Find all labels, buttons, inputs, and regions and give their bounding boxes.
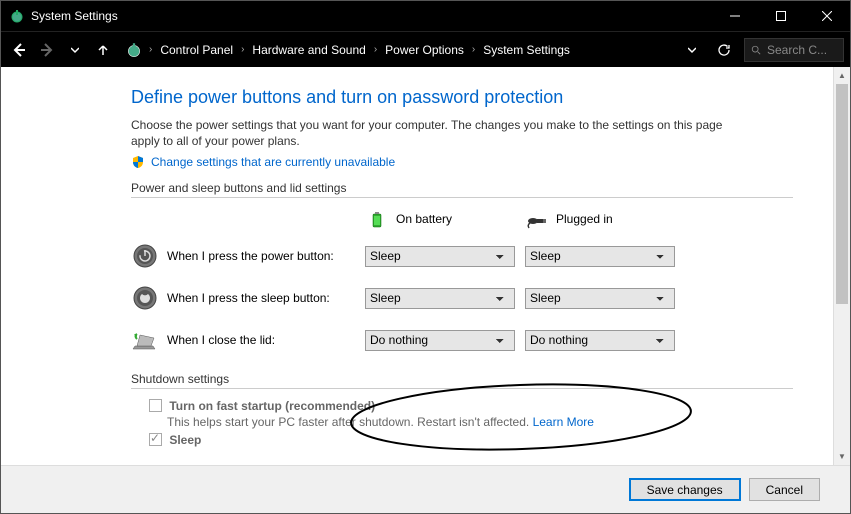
scroll-down-icon[interactable]: ▼ (834, 448, 850, 465)
row-power-button-label: When I press the power button: (167, 249, 365, 263)
scrollbar-thumb[interactable] (836, 84, 848, 304)
plug-icon (526, 208, 548, 230)
power-button-plugged-select[interactable]: Sleep (525, 246, 675, 267)
recent-dropdown-icon[interactable] (63, 38, 87, 62)
fast-startup-help: This helps start your PC faster after sh… (131, 415, 793, 429)
cancel-button[interactable]: Cancel (749, 478, 820, 501)
learn-more-link[interactable]: Learn More (533, 415, 594, 429)
row-power-button: When I press the power button: Sleep Sle… (131, 242, 793, 270)
col-plugged-label: Plugged in (556, 212, 613, 226)
footer-bar: Save changes Cancel (1, 465, 850, 513)
close-lid-plugged-select[interactable]: Do nothing (525, 330, 675, 351)
sleep-checkbox (149, 433, 162, 446)
sleep-checkbox-row: Sleep (131, 433, 793, 447)
power-button-battery-select[interactable]: Sleep (365, 246, 515, 267)
chevron-right-icon: › (147, 44, 154, 55)
column-headers: On battery Plugged in (131, 208, 793, 230)
scrollbar[interactable]: ▲ ▼ (833, 67, 850, 465)
close-button[interactable] (804, 1, 850, 31)
chevron-right-icon: › (372, 44, 379, 55)
save-button[interactable]: Save changes (629, 478, 741, 501)
fast-startup-checkbox-row: Turn on fast startup (recommended) (131, 399, 793, 413)
breadcrumb[interactable]: › Control Panel › Hardware and Sound › P… (119, 41, 676, 59)
chevron-right-icon: › (470, 44, 477, 55)
app-icon (9, 8, 25, 24)
close-lid-battery-select[interactable]: Do nothing (365, 330, 515, 351)
sleep-button-battery-select[interactable]: Sleep (365, 288, 515, 309)
row-close-lid: When I close the lid: Do nothing Do noth… (131, 326, 793, 354)
crumb-power-options[interactable]: Power Options (383, 41, 466, 59)
sleep-button-plugged-select[interactable]: Sleep (525, 288, 675, 309)
crumb-system-settings[interactable]: System Settings (481, 41, 572, 59)
page-heading: Define power buttons and turn on passwor… (131, 87, 793, 108)
forward-button[interactable] (35, 38, 59, 62)
search-input[interactable] (767, 43, 837, 57)
power-button-icon (131, 242, 159, 270)
battery-icon (366, 208, 388, 230)
shutdown-section-label: Shutdown settings (131, 372, 793, 389)
window-title: System Settings (31, 9, 712, 23)
row-sleep-button: When I press the sleep button: Sleep Sle… (131, 284, 793, 312)
crumb-hardware[interactable]: Hardware and Sound (250, 41, 367, 59)
sleep-button-icon (131, 284, 159, 312)
row-close-lid-label: When I close the lid: (167, 333, 365, 347)
up-button[interactable] (91, 38, 115, 62)
row-sleep-button-label: When I press the sleep button: (167, 291, 365, 305)
search-icon (751, 44, 761, 56)
fast-startup-label: Turn on fast startup (recommended) (169, 399, 375, 413)
address-dropdown-icon[interactable] (680, 38, 704, 62)
chevron-right-icon: › (239, 44, 246, 55)
buttons-section-label: Power and sleep buttons and lid settings (131, 181, 793, 198)
nav-bar: › Control Panel › Hardware and Sound › P… (1, 31, 850, 67)
refresh-button[interactable] (712, 38, 736, 62)
shield-icon (131, 155, 145, 169)
content-pane: Define power buttons and turn on passwor… (1, 67, 833, 465)
sleep-checkbox-label: Sleep (169, 433, 201, 447)
crumb-control-panel[interactable]: Control Panel (158, 41, 235, 59)
laptop-lid-icon (131, 326, 159, 354)
power-plan-icon (125, 41, 143, 59)
minimize-button[interactable] (712, 1, 758, 31)
page-description: Choose the power settings that you want … (131, 118, 751, 149)
title-bar: System Settings (1, 1, 850, 31)
back-button[interactable] (7, 38, 31, 62)
maximize-button[interactable] (758, 1, 804, 31)
fast-startup-checkbox (149, 399, 162, 412)
change-settings-link[interactable]: Change settings that are currently unava… (151, 155, 395, 169)
search-box[interactable] (744, 38, 844, 62)
scroll-up-icon[interactable]: ▲ (834, 67, 850, 84)
col-battery-label: On battery (396, 212, 452, 226)
